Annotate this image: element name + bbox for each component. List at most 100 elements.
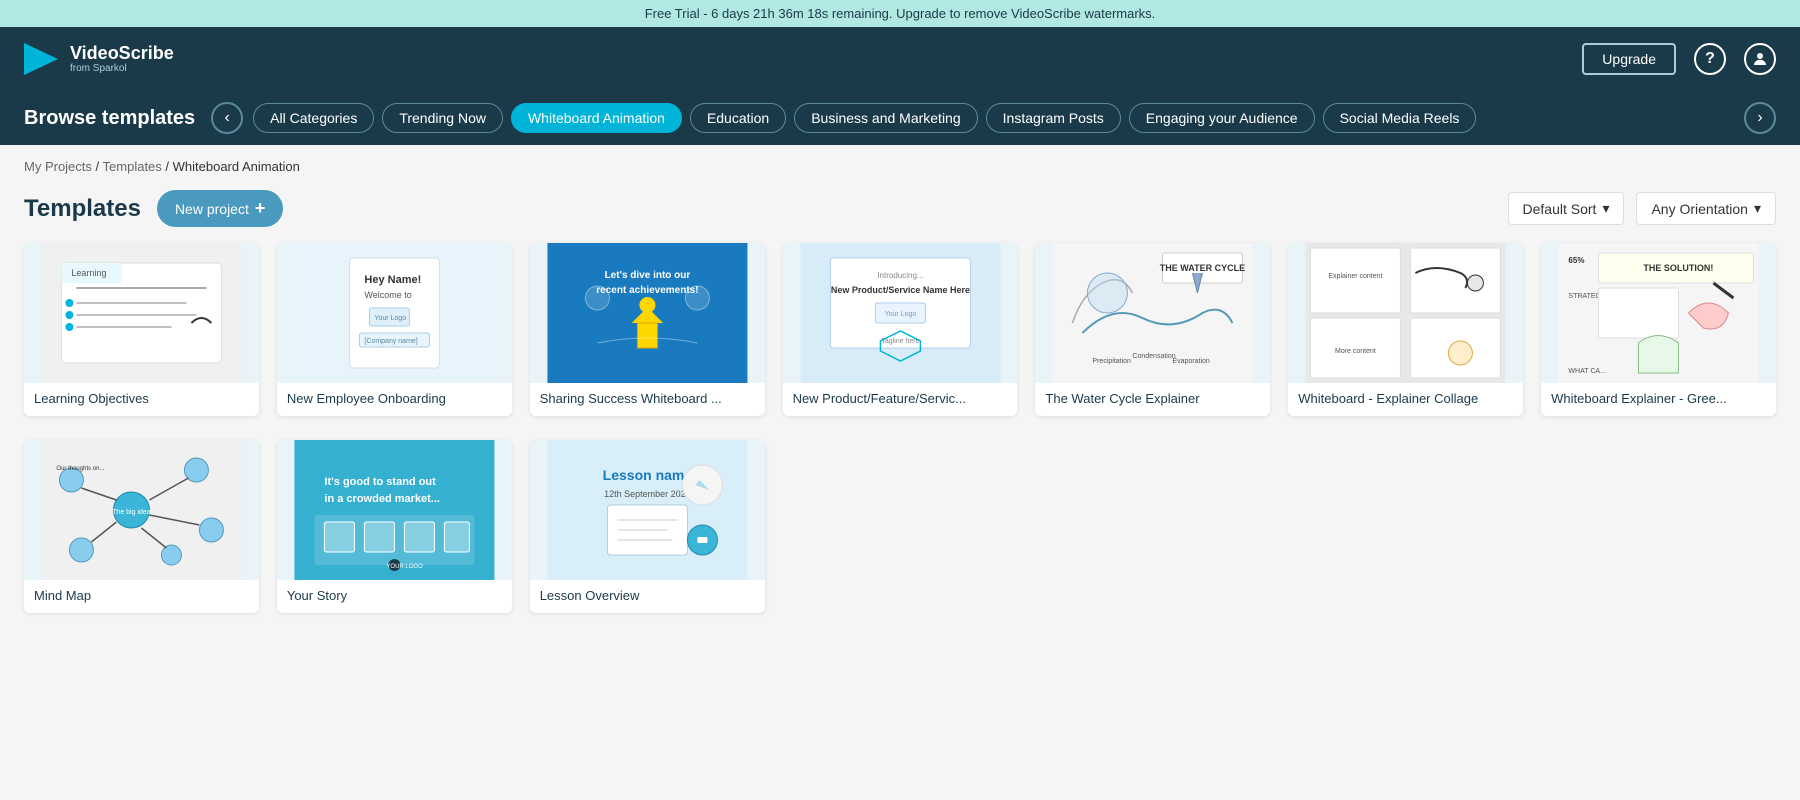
template-name-mind-map: Mind Map <box>24 580 259 613</box>
svg-text:Condensation: Condensation <box>1133 353 1176 360</box>
template-card-sharing-success[interactable]: Let's dive into our recent achievements!… <box>530 243 765 416</box>
new-project-icon: + <box>255 198 266 219</box>
new-project-label: New project <box>175 201 249 217</box>
new-project-button[interactable]: New project + <box>157 190 283 227</box>
template-name-sharing-success: Sharing Success Whiteboard ... <box>530 383 765 416</box>
upgrade-button[interactable]: Upgrade <box>1582 43 1676 75</box>
sort-dropdown[interactable]: Default Sort ▾ <box>1508 192 1625 225</box>
template-card-whiteboard-explainer-green[interactable]: 65% THE SOLUTION! STRATEGIES WHAT CA... … <box>1541 243 1776 416</box>
svg-text:Precipitation: Precipitation <box>1093 358 1132 365</box>
template-name-water-cycle: The Water Cycle Explainer <box>1035 383 1270 416</box>
svg-text:Learning: Learning <box>71 268 106 278</box>
logo-area: VideoScribe from Sparkol <box>24 41 174 77</box>
template-name-your-story: Your Story <box>277 580 512 613</box>
orientation-arrow: ▾ <box>1754 200 1761 217</box>
svg-text:12th September 2022: 12th September 2022 <box>604 489 691 499</box>
template-card-new-product[interactable]: Introducing... New Product/Service Name … <box>783 243 1018 416</box>
template-name-lesson-overview: Lesson Overview <box>530 580 765 613</box>
svg-text:Hey Name!: Hey Name! <box>364 274 421 286</box>
template-grid-row1: Learning Learning Objectives Hey Name! W… <box>0 243 1800 440</box>
browse-title: Browse templates <box>24 107 195 130</box>
main-header: VideoScribe from Sparkol Upgrade ? <box>0 27 1800 91</box>
nav-next-button[interactable]: › <box>1744 102 1776 134</box>
breadcrumb-my-projects[interactable]: My Projects <box>24 159 92 174</box>
nav-prev-button[interactable]: ‹ <box>211 102 243 134</box>
category-tab-engaging[interactable]: Engaging your Audience <box>1129 103 1315 133</box>
svg-text:Lesson name: Lesson name <box>602 467 692 483</box>
templates-left: Templates New project + <box>24 190 283 227</box>
template-thumbnail-new-employee-onboarding: Hey Name! Welcome to Your Logo [Company … <box>277 243 512 383</box>
svg-text:YOUR LOGO: YOUR LOGO <box>386 564 423 570</box>
svg-text:THE SOLUTION!: THE SOLUTION! <box>1644 263 1714 273</box>
template-thumbnail-lesson-overview: Lesson name 12th September 2022 <box>530 440 765 580</box>
trial-banner: Free Trial - 6 days 21h 36m 18s remainin… <box>0 0 1800 27</box>
template-name-learning-objectives: Learning Objectives <box>24 383 259 416</box>
svg-text:in a crowded market...: in a crowded market... <box>324 493 440 505</box>
account-icon <box>1751 50 1769 68</box>
category-tab-education[interactable]: Education <box>690 103 786 133</box>
template-thumbnail-explainer-collage: Explainer content More content <box>1288 243 1523 383</box>
svg-text:Let's dive into our: Let's dive into our <box>604 270 690 281</box>
template-name-new-employee-onboarding: New Employee Onboarding <box>277 383 512 416</box>
logo-subtext: from Sparkol <box>70 63 174 74</box>
template-thumbnail-water-cycle: THE WATER CYCLE Precipitation Evaporatio… <box>1035 243 1270 383</box>
templates-right: Default Sort ▾ Any Orientation ▾ <box>1508 192 1777 225</box>
sort-arrow: ▾ <box>1602 200 1609 217</box>
template-card-new-employee-onboarding[interactable]: Hey Name! Welcome to Your Logo [Company … <box>277 243 512 416</box>
breadcrumb-templates[interactable]: Templates <box>103 159 162 174</box>
svg-text:65%: 65% <box>1569 256 1585 265</box>
template-grid-row2: The big idea Our thoughts on... Mind Map… <box>0 440 1800 637</box>
template-card-learning-objectives[interactable]: Learning Learning Objectives <box>24 243 259 416</box>
templates-title: Templates <box>24 195 141 223</box>
svg-text:Explainer content: Explainer content <box>1329 273 1383 280</box>
category-tab-social[interactable]: Social Media Reels <box>1323 103 1477 133</box>
svg-text:The big idea: The big idea <box>112 509 151 516</box>
template-card-water-cycle[interactable]: THE WATER CYCLE Precipitation Evaporatio… <box>1035 243 1270 416</box>
logo-text-area: VideoScribe from Sparkol <box>70 44 174 75</box>
template-card-explainer-collage[interactable]: Explainer content More content Whiteboar… <box>1288 243 1523 416</box>
category-tabs: All Categories Trending Now Whiteboard Ani… <box>243 103 1744 133</box>
template-card-lesson-overview[interactable]: Lesson name 12th September 2022 Lesson O… <box>530 440 765 613</box>
templates-header: Templates New project + Default Sort ▾ A… <box>0 182 1800 243</box>
help-button[interactable]: ? <box>1694 43 1726 75</box>
template-card-your-story[interactable]: It's good to stand out in a crowded mark… <box>277 440 512 613</box>
svg-text:THE WATER CYCLE: THE WATER CYCLE <box>1160 263 1245 273</box>
category-tab-trending[interactable]: Trending Now <box>382 103 503 133</box>
svg-text:It's good to stand out: It's good to stand out <box>324 476 436 488</box>
template-thumbnail-mind-map: The big idea Our thoughts on... <box>24 440 259 580</box>
svg-text:WHAT CA...: WHAT CA... <box>1569 368 1607 375</box>
category-nav: Browse templates ‹ All Categories Trendin… <box>0 91 1800 145</box>
breadcrumb: My Projects / Templates / Whiteboard Ani… <box>0 145 1800 182</box>
sort-label: Default Sort <box>1523 201 1597 217</box>
template-name-new-product: New Product/Feature/Servic... <box>783 383 1018 416</box>
template-thumbnail-new-product: Introducing... New Product/Service Name … <box>783 243 1018 383</box>
template-thumbnail-your-story: It's good to stand out in a crowded mark… <box>277 440 512 580</box>
template-name-whiteboard-explainer-green: Whiteboard Explainer - Gree... <box>1541 383 1776 416</box>
category-tab-all[interactable]: All Categories <box>253 103 374 133</box>
category-tab-instagram[interactable]: Instagram Posts <box>986 103 1121 133</box>
orientation-dropdown[interactable]: Any Orientation ▾ <box>1636 192 1776 225</box>
template-thumbnail-whiteboard-explainer-green: 65% THE SOLUTION! STRATEGIES WHAT CA... <box>1541 243 1776 383</box>
logo-icon <box>24 41 60 77</box>
template-card-mind-map[interactable]: The big idea Our thoughts on... Mind Map <box>24 440 259 613</box>
svg-text:Introducing...: Introducing... <box>877 271 923 280</box>
svg-text:recent achievements!: recent achievements! <box>596 285 698 296</box>
svg-text:Your Logo: Your Logo <box>374 315 406 322</box>
banner-text: Free Trial - 6 days 21h 36m 18s remainin… <box>645 6 1156 21</box>
svg-text:Our thoughts on...: Our thoughts on... <box>56 466 104 472</box>
template-thumbnail-sharing-success: Let's dive into our recent achievements! <box>530 243 765 383</box>
svg-text:Tagline here: Tagline here <box>881 338 919 345</box>
logo-name: VideoScribe <box>70 44 174 64</box>
orientation-label: Any Orientation <box>1651 201 1748 217</box>
breadcrumb-current: Whiteboard Animation <box>173 159 300 174</box>
category-tab-business[interactable]: Business and Marketing <box>794 103 977 133</box>
svg-text:Welcome to: Welcome to <box>364 290 411 300</box>
svg-text:New Product/Service Name Here: New Product/Service Name Here <box>830 285 969 295</box>
svg-text:[Company name]: [Company name] <box>364 338 417 345</box>
svg-text:Evaporation: Evaporation <box>1173 358 1210 365</box>
header-actions: Upgrade ? <box>1582 43 1776 75</box>
svg-text:More content: More content <box>1335 348 1376 355</box>
account-button[interactable] <box>1744 43 1776 75</box>
category-tab-whiteboard[interactable]: Whiteboard Animation <box>511 103 682 133</box>
svg-text:Your Logo: Your Logo <box>884 311 916 318</box>
